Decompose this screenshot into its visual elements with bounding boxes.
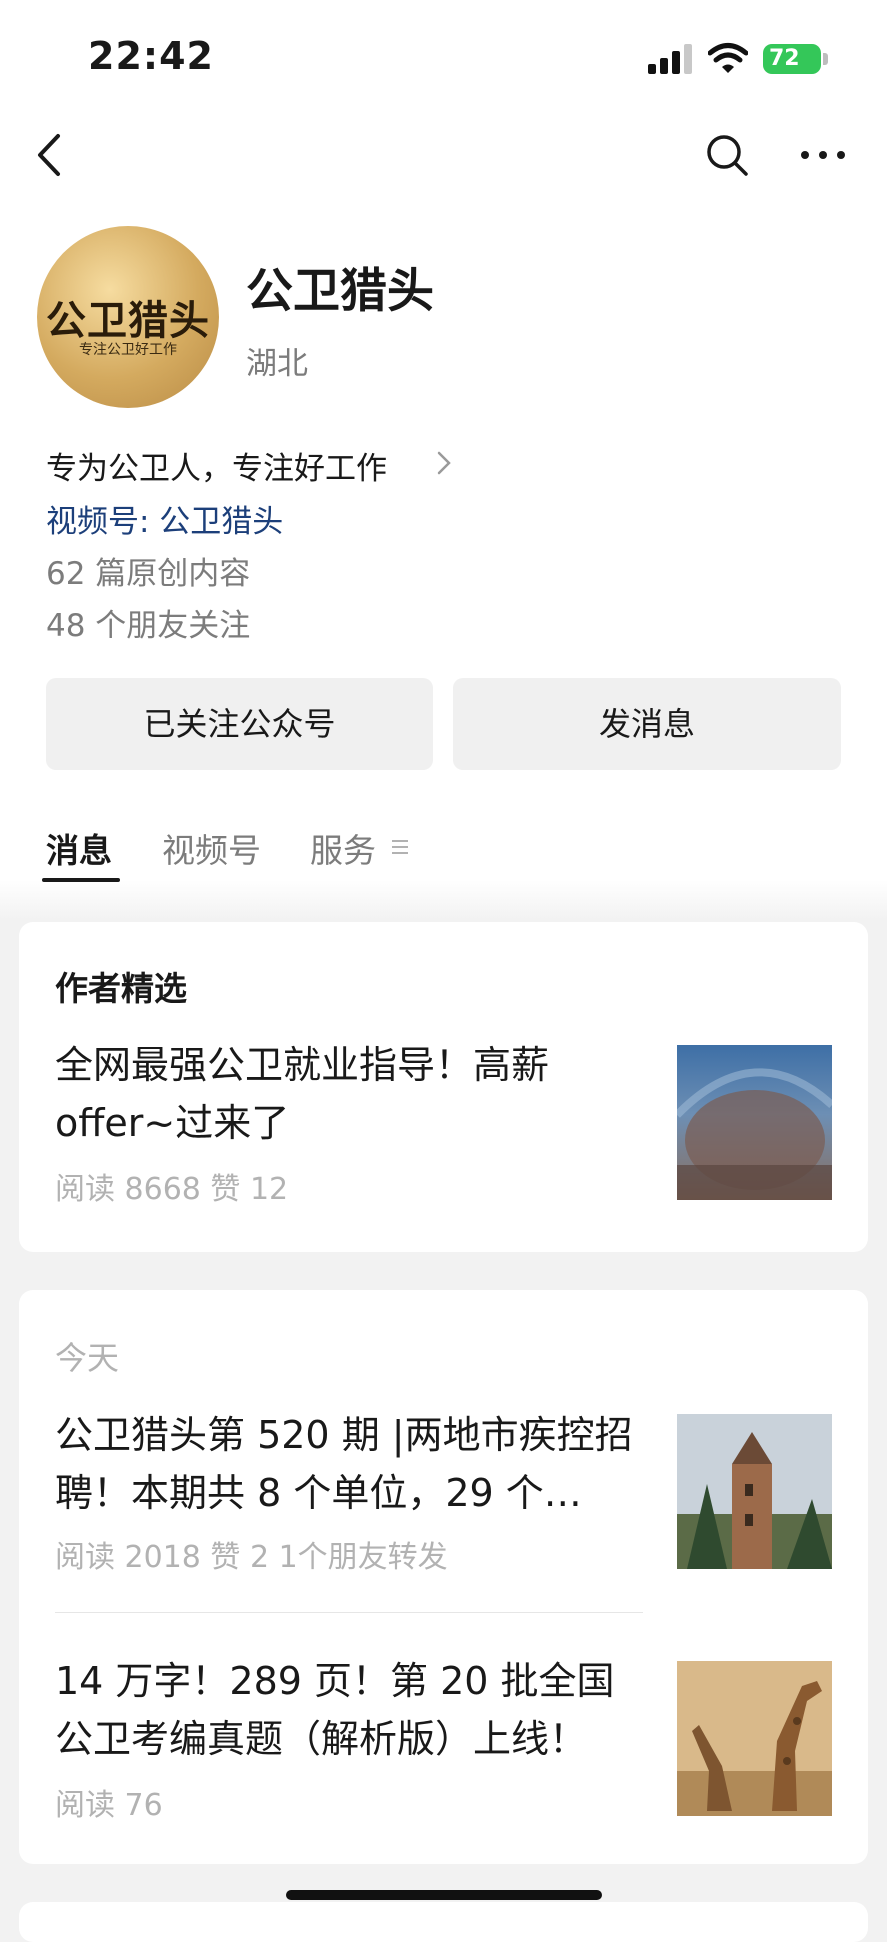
section-fade bbox=[0, 880, 887, 920]
article-separator bbox=[55, 1612, 643, 1613]
account-name: 公卫猎头 bbox=[246, 264, 434, 319]
video-channel-link[interactable]: 视频号: 公卫猎头 bbox=[46, 496, 283, 541]
tab-services[interactable]: 服务 bbox=[310, 824, 376, 872]
account-region: 湖北 bbox=[246, 346, 308, 382]
article-title[interactable]: 公卫猎头第 520 期 |两地市疾控招聘！本期共 8 个单位，29 个… bbox=[55, 1406, 645, 1522]
followed-button[interactable]: 已关注公众号 bbox=[46, 678, 433, 770]
friends-following-count[interactable]: 48 个朋友关注 bbox=[46, 600, 250, 645]
search-icon[interactable] bbox=[704, 132, 750, 178]
article-thumbnail-giraffes[interactable] bbox=[677, 1661, 832, 1816]
cellular-signal-icon bbox=[648, 44, 692, 74]
featured-article-title[interactable]: 全网最强公卫就业指导！高薪offer~过来了 bbox=[55, 1036, 645, 1152]
chevron-right-icon[interactable] bbox=[436, 450, 452, 476]
send-message-button[interactable]: 发消息 bbox=[453, 678, 841, 770]
next-card-edge bbox=[19, 1902, 868, 1942]
active-tab-indicator bbox=[42, 878, 120, 882]
back-arrow-icon[interactable] bbox=[30, 130, 70, 180]
battery-tip bbox=[823, 53, 828, 65]
avatar-logo-text: 公卫猎头 bbox=[46, 297, 210, 344]
article-meta: 阅读 76 bbox=[55, 1788, 163, 1823]
tab-messages[interactable]: 消息 bbox=[46, 824, 112, 872]
more-options-icon[interactable] bbox=[798, 140, 848, 170]
today-label: 今天 bbox=[55, 1339, 120, 1377]
original-content-count[interactable]: 62 篇原创内容 bbox=[46, 548, 250, 593]
article-thumbnail-tower[interactable] bbox=[677, 1414, 832, 1569]
menu-lines-icon[interactable] bbox=[392, 838, 408, 856]
account-avatar[interactable]: 公卫猎头 专注公卫好工作 bbox=[37, 226, 219, 408]
battery-icon: 72 bbox=[763, 44, 821, 74]
featured-article-meta: 阅读 8668 赞 12 bbox=[55, 1172, 289, 1207]
status-time: 22:42 bbox=[88, 34, 214, 78]
article-meta: 阅读 2018 赞 2 1个朋友转发 bbox=[55, 1540, 448, 1575]
article-thumbnail-landscape[interactable] bbox=[677, 1045, 832, 1200]
home-indicator[interactable] bbox=[286, 1890, 602, 1900]
avatar-slogan: 专注公卫好工作 bbox=[79, 342, 177, 358]
wifi-icon bbox=[708, 43, 748, 73]
article-title[interactable]: 14 万字！289 页！第 20 批全国公卫考编真题（解析版）上线！ bbox=[55, 1652, 645, 1768]
featured-header: 作者精选 bbox=[55, 969, 187, 1008]
battery-level: 72 bbox=[769, 46, 800, 71]
tab-video-channel[interactable]: 视频号 bbox=[162, 824, 261, 872]
account-description[interactable]: 专为公卫人，专注好工作 bbox=[46, 443, 387, 488]
